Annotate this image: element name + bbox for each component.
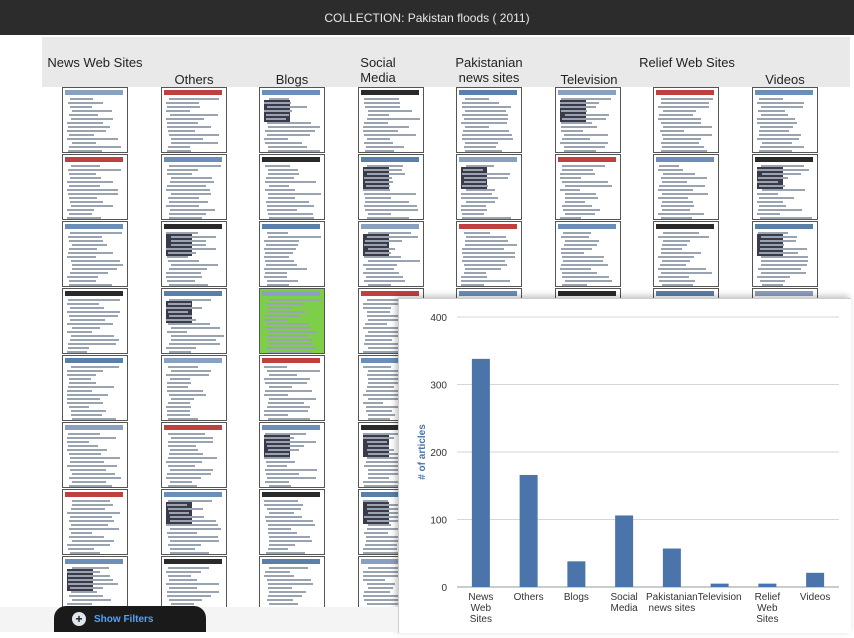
column-header-pakistanian-news-sites: Pakistanian news sites (455, 55, 523, 85)
thumbnail-column-news-web-sites (62, 87, 128, 607)
y-tick-label: 300 (430, 381, 447, 392)
bar (567, 561, 586, 587)
x-tick-label: News Web Sites (468, 592, 493, 625)
plus-icon: + (72, 612, 86, 626)
webpage-thumbnail[interactable] (259, 556, 325, 607)
title-bar: COLLECTION: Pakistan floods ( 2011) (0, 0, 854, 35)
webpage-thumbnail[interactable] (161, 489, 227, 555)
bar (615, 515, 634, 587)
webpage-thumbnail[interactable] (259, 221, 325, 287)
webpage-thumbnail[interactable] (161, 355, 227, 421)
column-header-blogs: Blogs (275, 72, 309, 87)
webpage-thumbnail[interactable] (358, 154, 424, 220)
webpage-thumbnail[interactable] (62, 489, 128, 555)
articles-bar-chart: 0 100 200 300 400 News Web Sites Others Blogs Soci… (417, 313, 839, 625)
y-axis-label: # of articles (417, 424, 428, 480)
webpage-thumbnail[interactable] (62, 87, 128, 153)
column-header-news-web-sites: News Web Sites (47, 55, 143, 70)
x-tick-label: Videos (800, 592, 830, 603)
webpage-thumbnail[interactable] (62, 221, 128, 287)
x-tick-label: Others (514, 592, 544, 603)
bar (471, 358, 490, 587)
webpage-thumbnail[interactable] (161, 221, 227, 287)
webpage-thumbnail[interactable] (456, 154, 522, 220)
webpage-thumbnail[interactable] (161, 154, 227, 220)
webpage-thumbnail[interactable] (358, 221, 424, 287)
webpage-thumbnail[interactable] (259, 489, 325, 555)
column-header-videos: Videos (765, 72, 805, 87)
webpage-thumbnail[interactable] (456, 87, 522, 153)
x-tick-label: Blogs (564, 592, 589, 603)
y-tick-label: 400 (430, 313, 447, 324)
column-header-others: Others (174, 72, 214, 87)
webpage-thumbnail[interactable] (456, 221, 522, 287)
webpage-thumbnail[interactable] (259, 154, 325, 220)
y-tick-label: 200 (430, 448, 447, 459)
webpage-thumbnail[interactable] (653, 87, 719, 153)
webpage-thumbnail[interactable] (752, 221, 818, 287)
webpage-thumbnail[interactable] (259, 87, 325, 153)
bar (710, 583, 729, 587)
webpage-thumbnail[interactable] (161, 556, 227, 607)
bar-chart-panel: 0 100 200 300 400 News Web Sites Others Blogs Soci… (398, 298, 851, 633)
x-tick-label: Pakistanian news sites (646, 592, 698, 614)
thumbnail-column-others (161, 87, 227, 607)
webpage-thumbnail[interactable] (62, 556, 128, 607)
webpage-thumbnail[interactable] (62, 154, 128, 220)
webpage-thumbnail[interactable] (259, 355, 325, 421)
bar (662, 548, 681, 587)
collection-title: COLLECTION: Pakistan floods ( 2011) (324, 10, 530, 25)
thumbnail-column-blogs (259, 87, 325, 607)
webpage-thumbnail[interactable] (653, 221, 719, 287)
webpage-thumbnail[interactable] (259, 288, 325, 354)
column-header-social-media: Social Media (360, 55, 396, 85)
webpage-thumbnail[interactable] (62, 422, 128, 488)
webpage-thumbnail[interactable] (62, 355, 128, 421)
y-tick-label: 0 (441, 583, 447, 594)
show-filters-label: Show Filters (94, 613, 154, 625)
webpage-thumbnail[interactable] (653, 154, 719, 220)
webpage-thumbnail[interactable] (358, 87, 424, 153)
webpage-thumbnail[interactable] (259, 422, 325, 488)
webpage-thumbnail[interactable] (555, 154, 621, 220)
webpage-thumbnail[interactable] (62, 288, 128, 354)
x-tick-label: Relief Web Sites (755, 592, 781, 625)
show-filters-button[interactable]: + Show Filters (54, 606, 206, 632)
y-tick-label: 100 (430, 516, 447, 527)
bar (519, 474, 538, 587)
column-header-relief-web-sites: Relief Web Sites (639, 55, 735, 70)
webpage-thumbnail[interactable] (752, 87, 818, 153)
column-header-television: Television (560, 72, 618, 87)
webpage-thumbnail[interactable] (161, 422, 227, 488)
webpage-thumbnail[interactable] (161, 288, 227, 354)
webpage-thumbnail[interactable] (752, 154, 818, 220)
webpage-thumbnail[interactable] (555, 221, 621, 287)
bar (758, 583, 777, 587)
webpage-thumbnail[interactable] (161, 87, 227, 153)
webpage-thumbnail[interactable] (555, 87, 621, 153)
x-tick-label: Social Media (611, 592, 639, 614)
bar (806, 572, 825, 587)
x-tick-label: Television (698, 592, 742, 603)
column-headers: News Web Sites Others Blogs Social Media… (42, 37, 850, 87)
